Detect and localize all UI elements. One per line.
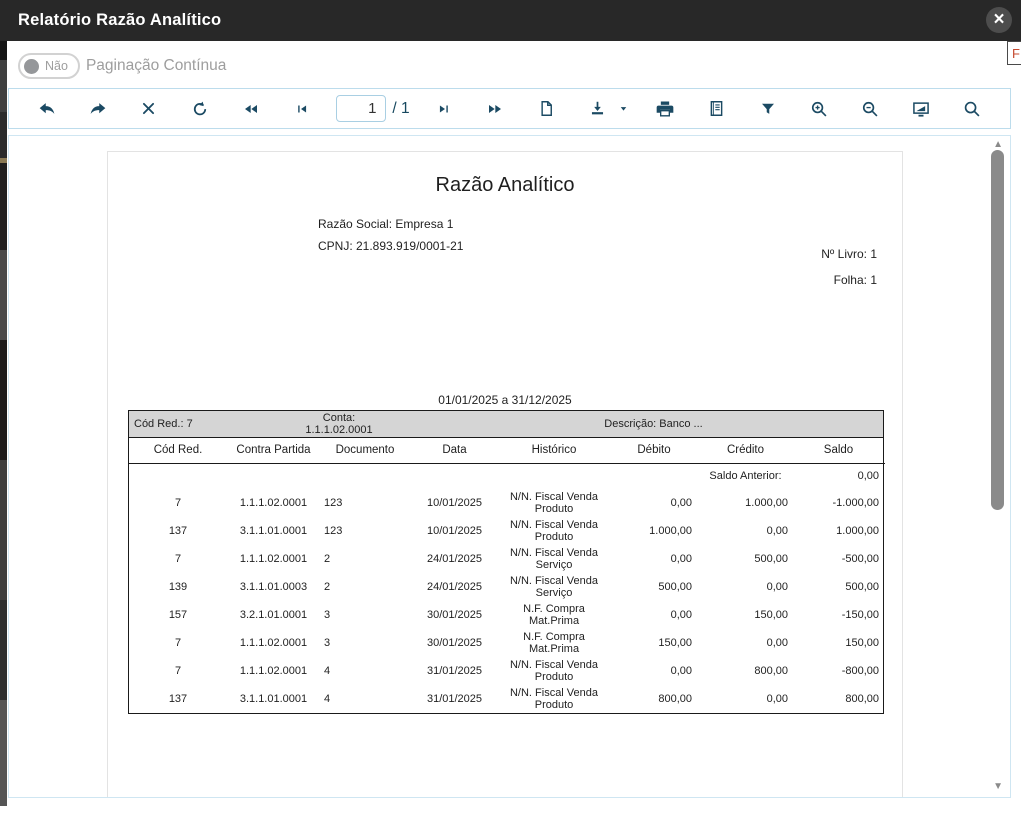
first-page-button[interactable] [285, 92, 319, 126]
vertical-scrollbar-thumb[interactable] [991, 150, 1004, 510]
filter-icon [759, 100, 777, 118]
toggle-state-label: Não [45, 59, 68, 73]
close-button[interactable]: × [986, 7, 1012, 33]
report-document-icon [707, 99, 726, 118]
table-row: 71.1.1.02.0001431/01/2025N/N. Fiscal Ven… [129, 657, 885, 685]
report-folha: Folha: 1 [834, 273, 877, 287]
new-document-button[interactable] [529, 92, 563, 126]
fast-forward-icon [487, 101, 503, 117]
toggle-knob-icon [24, 59, 39, 74]
modal-header: Relatório Razão Analítico × [0, 0, 1021, 41]
col-header: Histórico [499, 438, 609, 463]
ledger-header-row: Cód Red. Contra Partida Documento Data H… [129, 438, 885, 463]
zoom-out-button[interactable] [853, 92, 887, 126]
ledger-table: Cód Red. Contra Partida Documento Data H… [129, 438, 885, 713]
scroll-up-icon[interactable]: ▲ [993, 139, 1003, 150]
refresh-icon [190, 99, 210, 119]
scroll-down-icon[interactable]: ▼ [993, 781, 1003, 792]
pagination-toggle-row: Não Paginação Contínua [18, 53, 226, 79]
report-livro: Nº Livro: 1 [821, 247, 877, 261]
cancel-icon [140, 100, 157, 117]
last-page-button[interactable] [427, 92, 461, 126]
zoom-out-icon [860, 99, 880, 119]
saldo-anterior-label: Saldo Anterior: [699, 463, 792, 489]
print-icon [655, 99, 675, 119]
group-cod-red: Cód Red.: 7 [129, 418, 254, 430]
fast-backward-icon [243, 101, 259, 117]
table-row: 1373.1.1.01.0001431/01/2025N/N. Fiscal V… [129, 685, 885, 713]
redo-icon [88, 99, 108, 119]
table-row: 1393.1.1.01.0003224/01/2025N/N. Fiscal V… [129, 573, 885, 601]
report-preview-area: Razão Analítico Razão Social: Empresa 1 … [8, 135, 1011, 798]
zoom-in-button[interactable] [802, 92, 836, 126]
close-icon: × [993, 10, 1004, 29]
search-icon [962, 99, 982, 119]
col-header: Contra Partida [227, 438, 320, 463]
fit-to-window-button[interactable] [904, 92, 938, 126]
page-navigation: / 1 [336, 95, 409, 122]
undo-icon [37, 99, 57, 119]
viewer-toolbar: / 1 [8, 88, 1011, 129]
col-header: Débito [609, 438, 699, 463]
report-title: Razão Analítico [108, 174, 902, 197]
report-document-button[interactable] [699, 92, 733, 126]
page-total-label: / 1 [392, 100, 409, 118]
group-conta: Conta: 1.1.1.02.0001 [254, 412, 424, 436]
export-split-button [580, 92, 631, 126]
export-dropdown-button[interactable] [616, 101, 631, 116]
search-button[interactable] [955, 92, 989, 126]
saldo-anterior-value: 0,00 [792, 463, 885, 489]
account-block: Cód Red.: 7 Conta: 1.1.1.02.0001 Descriç… [128, 410, 884, 714]
continuous-pagination-toggle[interactable]: Não [18, 53, 80, 79]
table-row: 1373.1.1.01.000112310/01/2025N/N. Fiscal… [129, 517, 885, 545]
fit-to-window-icon [911, 99, 931, 119]
undo-button[interactable] [30, 92, 64, 126]
report-period: 01/01/2025 a 31/12/2025 [108, 393, 902, 407]
col-header: Saldo [792, 438, 885, 463]
overlay-letter-box: F [1007, 41, 1021, 65]
group-descricao: Descrição: Banco ... [424, 418, 883, 430]
export-download-icon [588, 99, 607, 118]
fast-backward-button[interactable] [234, 92, 268, 126]
col-header: Data [410, 438, 499, 463]
table-row: 71.1.1.02.0001330/01/2025N.F. Compra Mat… [129, 629, 885, 657]
new-document-icon [537, 99, 556, 118]
page-number-input[interactable] [336, 95, 386, 122]
col-header: Documento [320, 438, 410, 463]
report-cnpj: CPNJ: 21.893.919/0001-21 [318, 239, 463, 253]
last-page-icon [437, 102, 451, 116]
cancel-button[interactable] [132, 92, 166, 126]
group-conta-label: Conta: [254, 412, 424, 424]
filter-button[interactable] [751, 92, 785, 126]
report-razao-social: Razão Social: Empresa 1 [318, 217, 453, 231]
pagination-toggle-label: Paginação Contínua [86, 57, 226, 75]
background-app-strip [0, 40, 7, 806]
fast-forward-button[interactable] [478, 92, 512, 126]
first-page-icon [295, 102, 309, 116]
account-group-header: Cód Red.: 7 Conta: 1.1.1.02.0001 Descriç… [129, 411, 883, 438]
table-row: 71.1.1.02.0001224/01/2025N/N. Fiscal Ven… [129, 545, 885, 573]
export-download-button[interactable] [580, 92, 614, 126]
table-row: 71.1.1.02.000112310/01/2025N/N. Fiscal V… [129, 489, 885, 517]
overlay-letter: F [1012, 46, 1020, 61]
redo-button[interactable] [81, 92, 115, 126]
table-row: 1573.2.1.01.0001330/01/2025N.F. Compra M… [129, 601, 885, 629]
modal-title: Relatório Razão Analítico [18, 11, 221, 30]
col-header: Crédito [699, 438, 792, 463]
report-page: Razão Analítico Razão Social: Empresa 1 … [107, 151, 903, 798]
export-dropdown-caret-icon [618, 103, 629, 114]
refresh-button[interactable] [183, 92, 217, 126]
saldo-anterior-row: Saldo Anterior: 0,00 [129, 463, 885, 489]
col-header: Cód Red. [129, 438, 227, 463]
zoom-in-icon [809, 99, 829, 119]
group-conta-value: 1.1.1.02.0001 [254, 424, 424, 436]
print-button[interactable] [648, 92, 682, 126]
